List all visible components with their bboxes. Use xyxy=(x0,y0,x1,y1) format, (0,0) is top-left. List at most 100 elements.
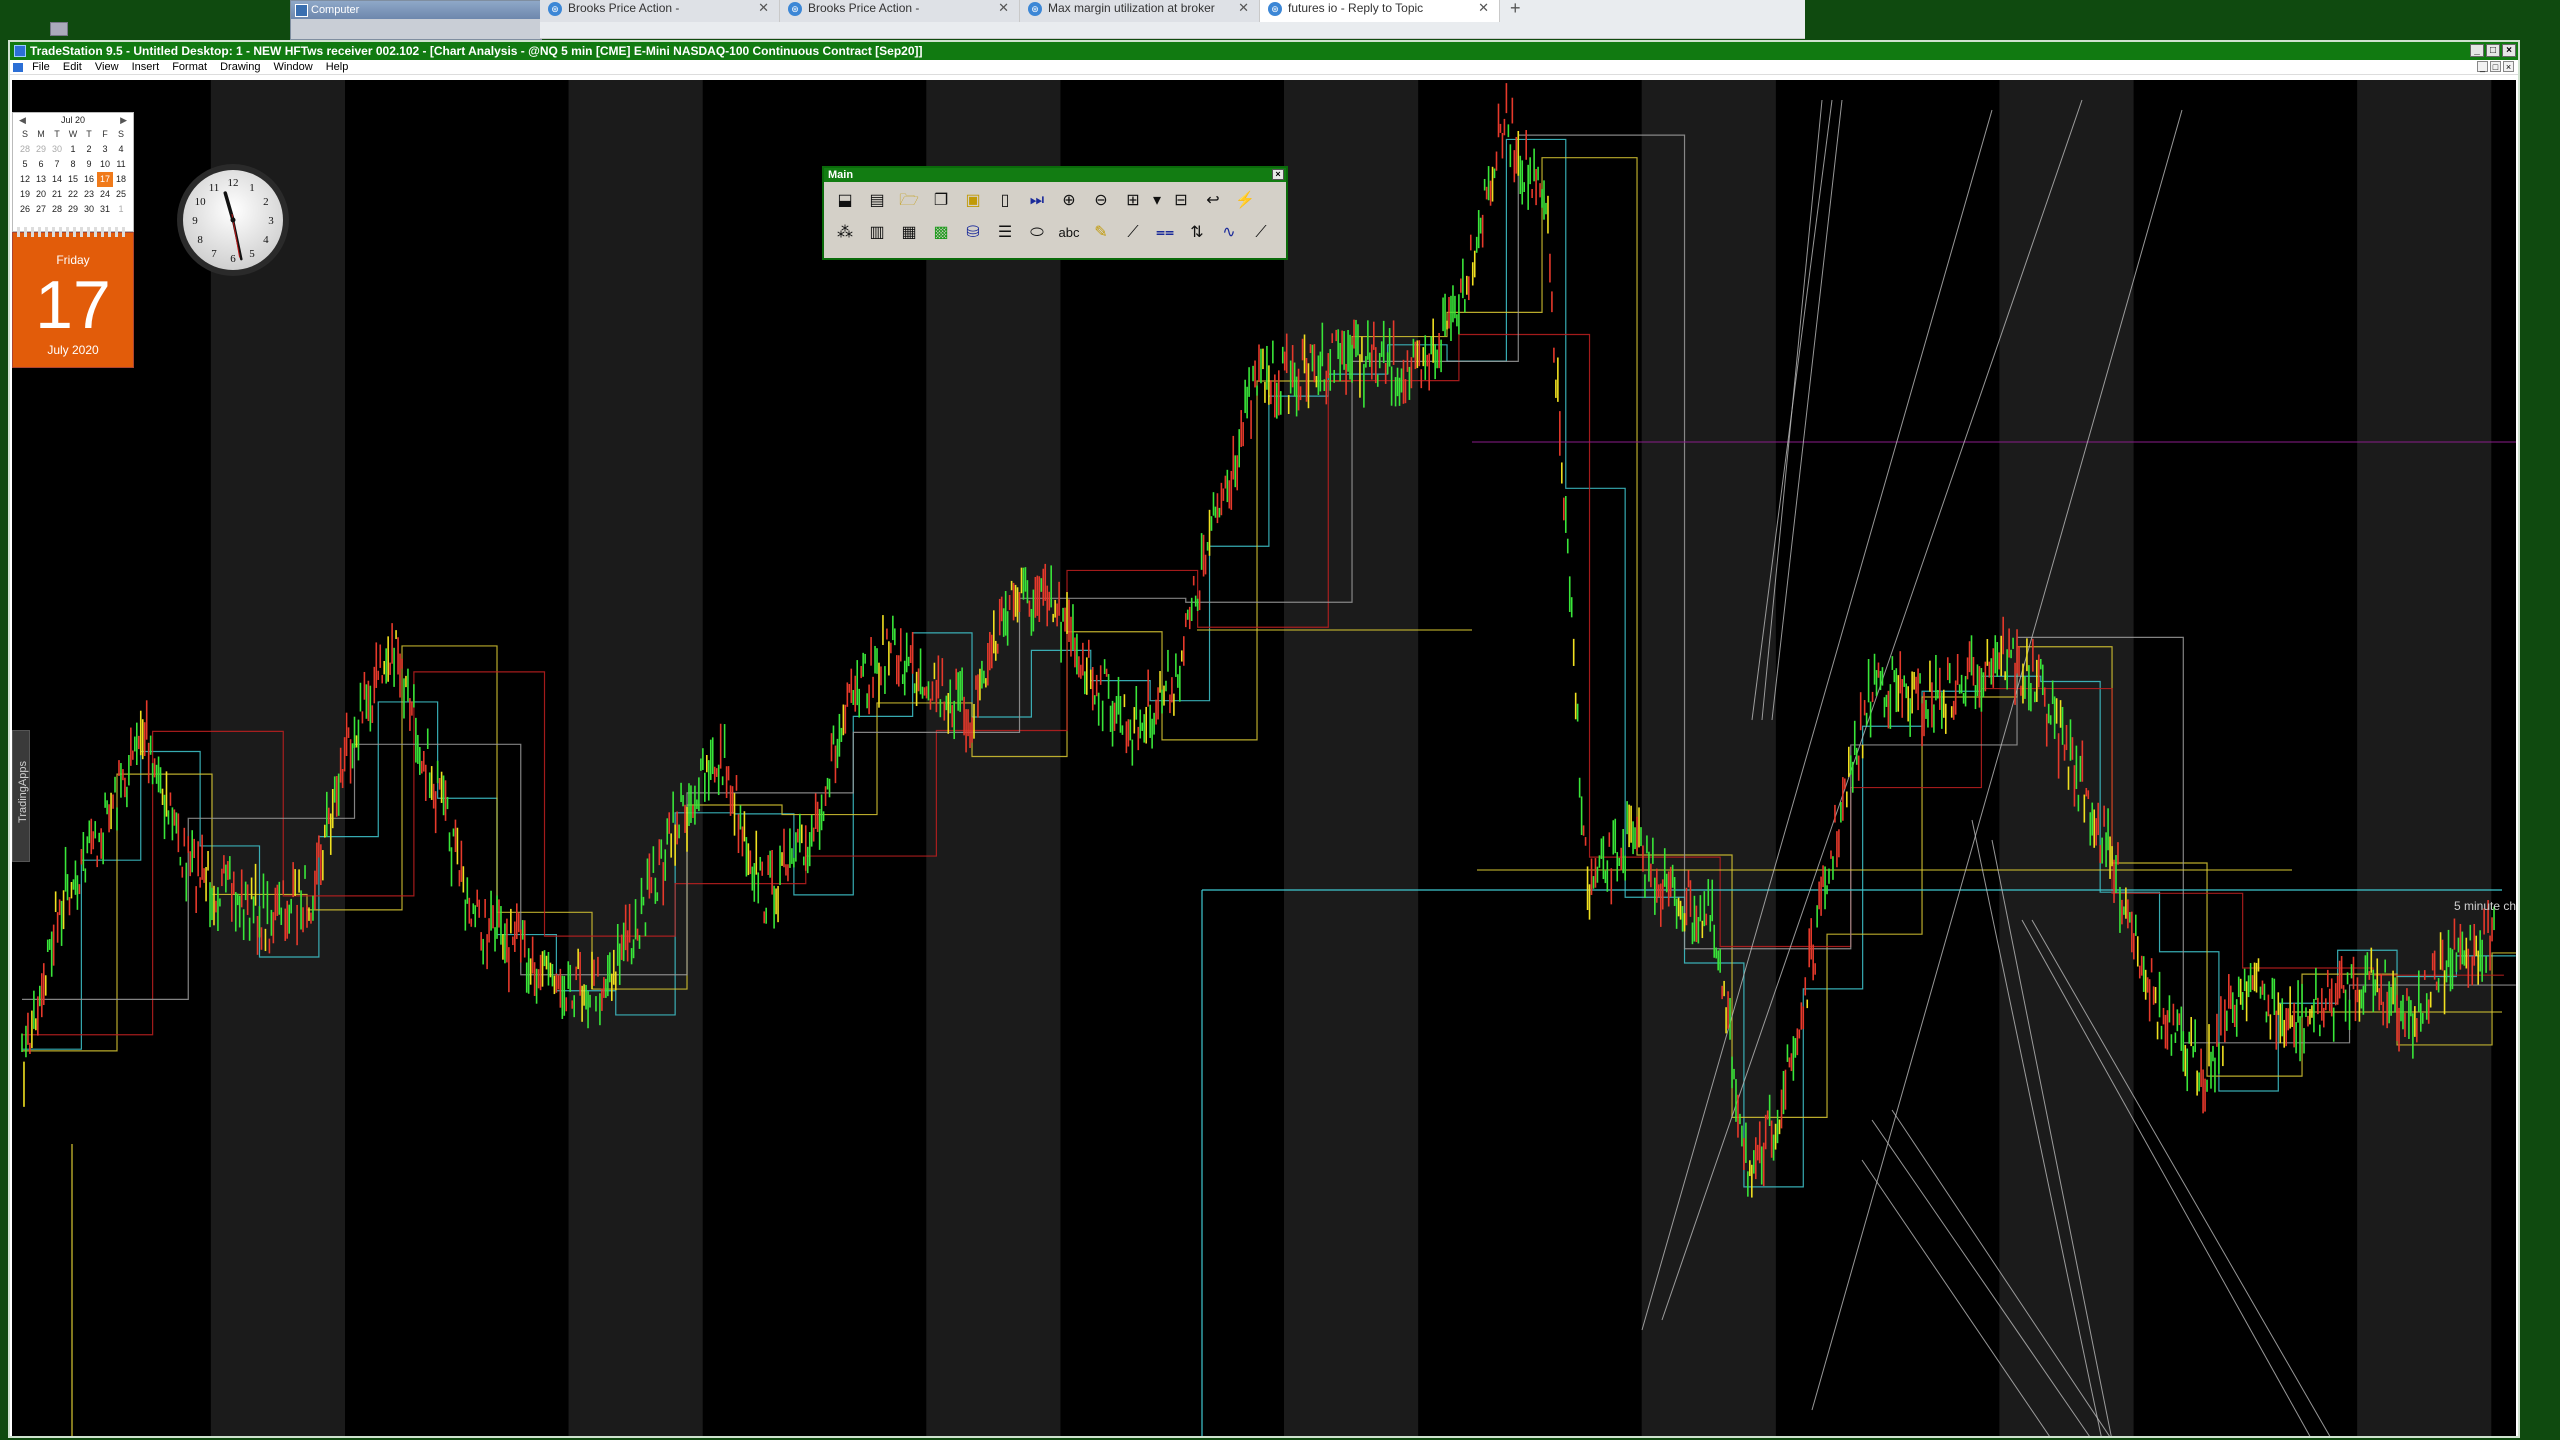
calendar-day[interactable]: 2 xyxy=(81,142,97,157)
menu-window[interactable]: Window xyxy=(274,60,313,74)
calendar-day[interactable]: 30 xyxy=(49,142,65,157)
calendar-day[interactable]: 26 xyxy=(17,202,33,217)
menu-format[interactable]: Format xyxy=(172,60,207,74)
format-icon[interactable]: ▥ xyxy=(864,220,890,246)
bars-icon[interactable]: ▦ xyxy=(896,220,922,246)
lines-icon[interactable]: ☰ xyxy=(992,220,1018,246)
minimize-button[interactable]: _ xyxy=(2470,44,2484,57)
arrow-tool-icon[interactable]: ⇅ xyxy=(1184,220,1210,246)
price-chart[interactable]: 5 minute ch xyxy=(12,80,2516,1436)
menu-edit[interactable]: Edit xyxy=(63,60,82,74)
calendar-day[interactable]: 21 xyxy=(49,187,65,202)
browser-tab-3[interactable]: ⊛ Max margin utilization at broker ✕ xyxy=(1020,0,1260,22)
chart-analysis-area[interactable]: 5 minute ch TradingApps xyxy=(12,80,2516,1436)
day-card-gadget[interactable]: Friday 17 July 2020 xyxy=(12,227,134,368)
mdi-restore-button[interactable]: □ xyxy=(2490,61,2501,72)
close-icon[interactable]: ✕ xyxy=(1478,0,1489,16)
calendar-day[interactable]: 29 xyxy=(65,202,81,217)
indicator-icon[interactable]: ⚡ xyxy=(1232,188,1258,214)
calendar-day[interactable]: 30 xyxy=(81,202,97,217)
text-tool-icon[interactable]: abc xyxy=(1056,220,1082,246)
calendar-day[interactable]: 13 xyxy=(33,172,49,187)
calendar-gadget[interactable]: ◀ Jul 20 ▶ S M T W T F S 28 29 30 1 2 3 4 5 6 7 8 9 10 11 12 1… xyxy=(12,112,134,232)
calendar-day[interactable]: 31 xyxy=(97,202,113,217)
previous-month-icon[interactable]: ◀ xyxy=(19,113,26,127)
next-month-icon[interactable]: ▶ xyxy=(120,113,127,127)
data-window-icon[interactable]: ⊟ xyxy=(1168,188,1194,214)
horizontal-line-icon[interactable]: ⩵ xyxy=(1152,220,1178,246)
close-button[interactable]: × xyxy=(2502,44,2516,57)
calendar-day[interactable]: 12 xyxy=(17,172,33,187)
open-icon[interactable]: 🗁 xyxy=(896,188,922,214)
menu-help[interactable]: Help xyxy=(326,60,349,74)
menu-file[interactable]: File xyxy=(32,60,50,74)
database-icon[interactable]: ⛁ xyxy=(960,220,986,246)
calendar-day[interactable]: 15 xyxy=(65,172,81,187)
recycle-bin-icon[interactable] xyxy=(50,22,68,36)
paste-icon[interactable]: ▣ xyxy=(960,188,986,214)
calendar-day[interactable]: 5 xyxy=(17,157,33,172)
fib-icon[interactable]: ⟋ xyxy=(1248,220,1274,246)
zoom-in-icon[interactable]: ⊕ xyxy=(1056,188,1082,214)
dropdown-icon[interactable]: ▾ xyxy=(1152,188,1162,214)
trading-apps-tab[interactable]: TradingApps xyxy=(12,730,30,862)
calendar-day[interactable]: 7 xyxy=(49,157,65,172)
chart-analysis-icon[interactable]: ⬓ xyxy=(832,188,858,214)
wave-icon[interactable]: ∿ xyxy=(1216,220,1242,246)
close-icon[interactable]: ✕ xyxy=(1238,0,1249,16)
zoom-out-icon[interactable]: ⊖ xyxy=(1088,188,1114,214)
calendar-day[interactable]: 9 xyxy=(81,157,97,172)
page-icon[interactable]: ▯ xyxy=(992,188,1018,214)
calendar-day[interactable]: 29 xyxy=(33,142,49,157)
calendar-day[interactable]: 23 xyxy=(81,187,97,202)
new-window-icon[interactable]: ▤ xyxy=(864,188,890,214)
calendar-day[interactable]: 25 xyxy=(113,187,129,202)
new-tab-button[interactable]: + xyxy=(1510,0,1521,19)
menu-view[interactable]: View xyxy=(95,60,119,74)
calendar-day[interactable]: 14 xyxy=(49,172,65,187)
maximize-button[interactable]: □ xyxy=(2486,44,2500,57)
pencil-icon[interactable]: ✎ xyxy=(1088,220,1114,246)
menu-insert[interactable]: Insert xyxy=(132,60,160,74)
calendar-day[interactable]: 8 xyxy=(65,157,81,172)
mdi-minimize-button[interactable]: _ xyxy=(2477,61,2488,72)
trendline-icon[interactable]: ⟋ xyxy=(1120,220,1146,246)
calendar-day[interactable]: 11 xyxy=(113,157,129,172)
menu-drawing[interactable]: Drawing xyxy=(220,60,260,74)
close-icon[interactable]: ✕ xyxy=(758,0,769,16)
calendar-day[interactable]: 10 xyxy=(97,157,113,172)
calendar-day[interactable]: 27 xyxy=(33,202,49,217)
calendar-day[interactable]: 1 xyxy=(65,142,81,157)
browser-tab-4[interactable]: ⊛ futures io - Reply to Topic ✕ xyxy=(1260,0,1500,22)
calendar-day[interactable]: 24 xyxy=(97,187,113,202)
calendar-day[interactable]: 4 xyxy=(113,142,129,157)
calendar-day[interactable]: 16 xyxy=(81,172,97,187)
background-window[interactable]: Computer xyxy=(290,0,542,40)
calendar-day[interactable]: 6 xyxy=(33,157,49,172)
calendar-day[interactable]: 28 xyxy=(49,202,65,217)
calendar-day[interactable]: 22 xyxy=(65,187,81,202)
calendar-day[interactable]: 20 xyxy=(33,187,49,202)
strategy-icon[interactable]: ⁂ xyxy=(832,220,858,246)
document-icon[interactable] xyxy=(13,62,23,72)
mdi-close-button[interactable]: × xyxy=(2503,61,2514,72)
ellipse-icon[interactable]: ⬭ xyxy=(1024,220,1050,246)
browser-tab-1[interactable]: ⊛ Brooks Price Action - ✕ xyxy=(540,0,780,22)
window-titlebar[interactable]: TradeStation 9.5 - Untitled Desktop: 1 -… xyxy=(10,42,2518,60)
calendar-day[interactable]: 18 xyxy=(113,172,129,187)
close-icon[interactable]: ✕ xyxy=(998,0,1009,16)
calendar-day[interactable]: 17 xyxy=(97,172,113,187)
insert-symbol-icon[interactable]: ⊞ xyxy=(1120,188,1146,214)
main-toolbar[interactable]: Main × ⬓ ▤ 🗁 ❐ ▣ ▯ ⏭ ⊕ ⊖ ⊞ ▾ ⊟ ↩ ⚡ ⁂ ▥ ▦… xyxy=(822,166,1288,260)
browser-tab-2[interactable]: ⊛ Brooks Price Action - ✕ xyxy=(780,0,1020,22)
calendar-day[interactable]: 3 xyxy=(97,142,113,157)
close-icon[interactable]: × xyxy=(1272,169,1284,180)
curve-icon[interactable]: ↩ xyxy=(1200,188,1226,214)
main-toolbar-titlebar[interactable]: Main × xyxy=(824,168,1286,182)
last-bar-icon[interactable]: ⏭ xyxy=(1024,188,1050,214)
copy-icon[interactable]: ❐ xyxy=(928,188,954,214)
clock-gadget[interactable]: 12 12 3 45 6 78 9 1011 xyxy=(175,162,291,278)
color-bars-icon[interactable]: ▩ xyxy=(928,220,954,246)
calendar-day[interactable]: 19 xyxy=(17,187,33,202)
calendar-day[interactable]: 28 xyxy=(17,142,33,157)
